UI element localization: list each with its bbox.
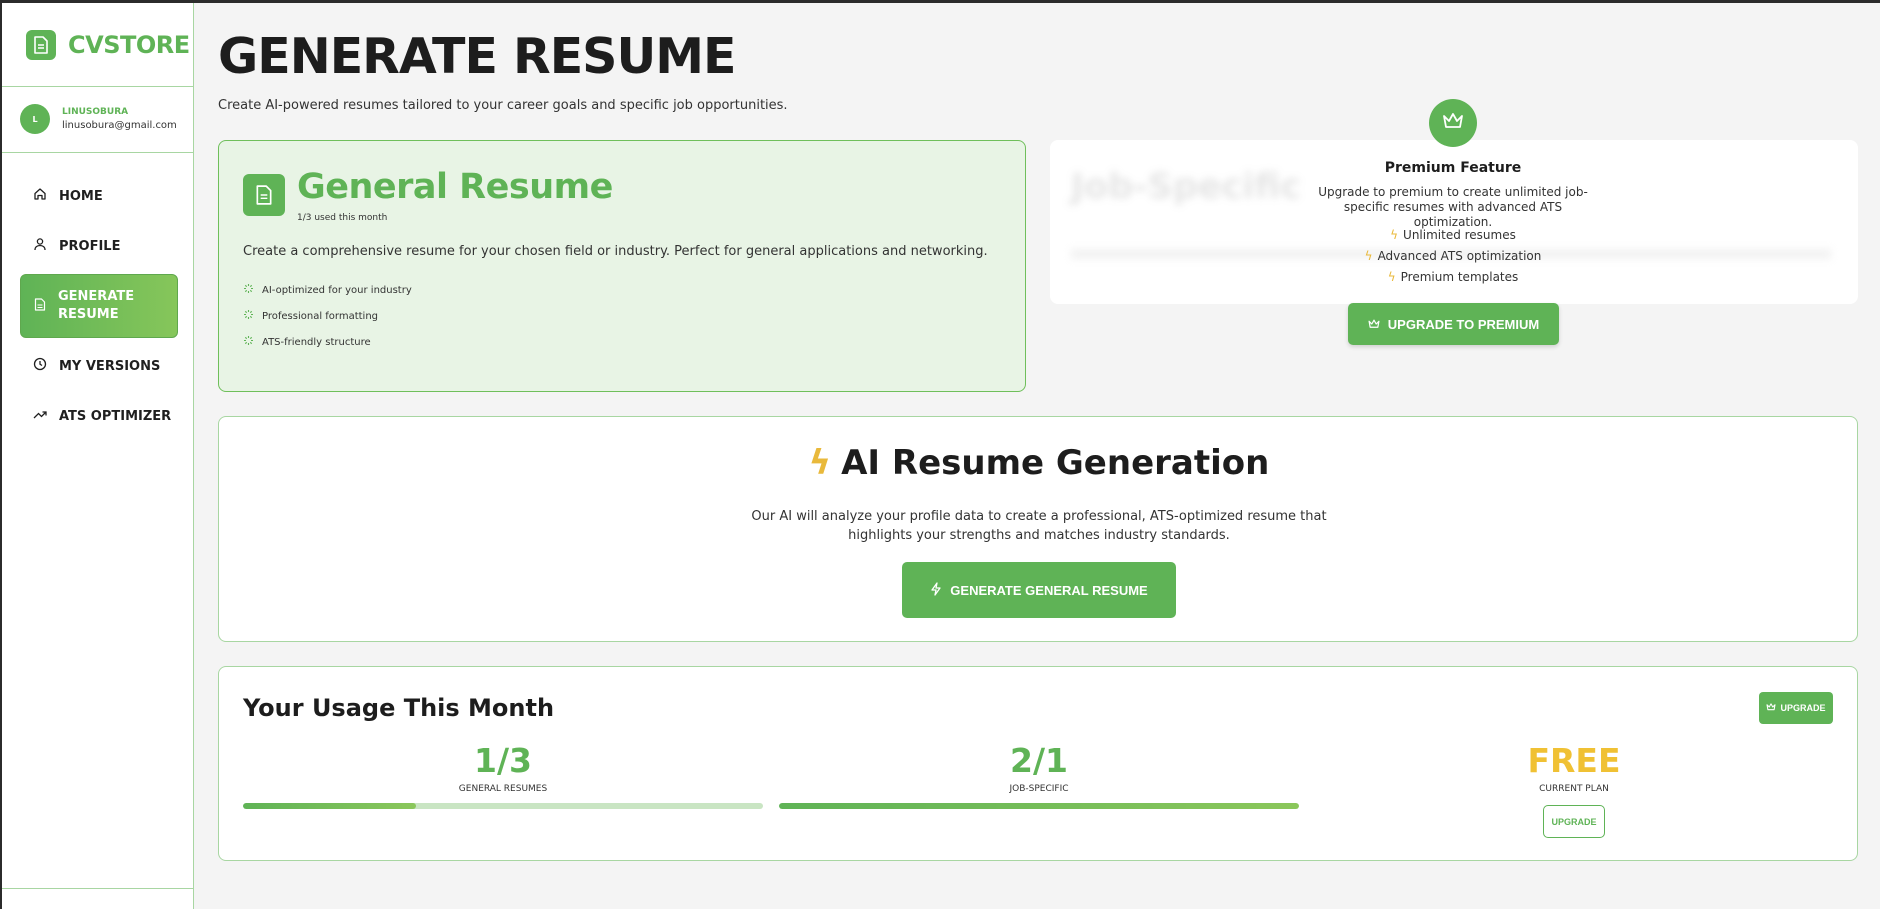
user-email: linusobura@gmail.com xyxy=(62,120,177,131)
document-icon xyxy=(243,174,285,216)
progress-bar-general xyxy=(243,803,763,809)
feature-item: AI-optimized for your industry xyxy=(243,277,412,303)
card-description: Create a comprehensive resume for your c… xyxy=(243,244,988,259)
stat-value: FREE xyxy=(1527,741,1621,780)
window-top-border xyxy=(0,0,1880,3)
premium-feature-list: ϟ Unlimited resumes ϟ Advanced ATS optimiz… xyxy=(1303,225,1603,288)
usage-card: Your Usage This Month UPGRADE 1/3 GENERA… xyxy=(218,666,1858,861)
stat-label: GENERAL RESUMES xyxy=(458,784,548,794)
ai-generation-card: ϟ AI Resume Generation Our AI will analyz… xyxy=(218,416,1858,642)
crown-badge xyxy=(1429,99,1477,147)
feature-label: ATS-friendly structure xyxy=(262,336,371,348)
section-title: ϟ AI Resume Generation xyxy=(808,443,1270,483)
sparkle-icon xyxy=(243,335,254,349)
stat-label: CURRENT PLAN xyxy=(1539,784,1609,794)
crown-icon xyxy=(1442,112,1464,134)
document-icon xyxy=(34,297,46,315)
sparkle-icon xyxy=(243,283,254,297)
bolt-icon: ϟ xyxy=(808,443,832,483)
sidebar-item-label: MY VERSIONS xyxy=(59,358,161,374)
premium-title: Premium Feature xyxy=(1384,160,1522,176)
stat-value: 2/1 xyxy=(1010,741,1068,780)
stat-general-resumes: 1/3 GENERAL RESUMES xyxy=(243,741,763,794)
premium-description: Upgrade to premium to create unlimited j… xyxy=(1318,185,1588,229)
sidebar-item-label: GENERATE RESUME xyxy=(58,289,135,322)
user-name: LINUSOBURA xyxy=(62,107,129,117)
page-subtitle: Create AI-powered resumes tailored to yo… xyxy=(218,98,788,113)
avatar: L xyxy=(20,104,50,134)
premium-feature-item: ϟ Premium templates xyxy=(1387,270,1519,284)
sidebar-item-generate-resume[interactable]: GENERATE RESUME xyxy=(20,274,178,338)
brand[interactable]: CVSTORE xyxy=(26,30,190,60)
sidebar-item-label: HOME xyxy=(59,188,103,204)
button-label: GENERATE GENERAL RESUME xyxy=(950,582,1148,598)
trending-up-icon xyxy=(33,407,47,425)
sidebar: CVSTORE L LINUSOBURA linusobura@gmail.co… xyxy=(2,3,194,909)
sidebar-item-profile[interactable]: PROFILE xyxy=(20,221,178,271)
feature-label: AI-optimized for your industry xyxy=(262,284,412,296)
divider xyxy=(2,152,194,153)
feature-item: Professional formatting xyxy=(243,303,412,329)
divider xyxy=(2,888,194,889)
upgrade-button[interactable]: UPGRADE xyxy=(1759,692,1833,724)
button-label: UPGRADE TO PREMIUM xyxy=(1387,316,1540,332)
stat-job-specific: 2/1 JOB-SPECIFIC xyxy=(779,741,1299,794)
home-icon xyxy=(33,187,47,205)
progress-bar-job-specific xyxy=(779,803,1299,809)
clock-icon xyxy=(33,357,47,375)
user-icon xyxy=(33,237,47,255)
premium-feature-item: ϟ Advanced ATS optimization xyxy=(1364,249,1542,263)
button-label: UPGRADE xyxy=(1780,703,1826,713)
stat-current-plan: FREE CURRENT PLAN xyxy=(1314,741,1834,794)
sidebar-nav: HOME PROFILE GENERATE RESUME MY VERSIONS… xyxy=(20,171,178,441)
sidebar-item-my-versions[interactable]: MY VERSIONS xyxy=(20,341,178,391)
document-icon xyxy=(26,30,56,60)
sidebar-item-home[interactable]: HOME xyxy=(20,171,178,221)
feature-list: AI-optimized for your industry Professio… xyxy=(243,277,412,355)
bolt-icon: ϟ xyxy=(1390,228,1399,242)
bolt-icon: ϟ xyxy=(1387,270,1396,284)
feature-label: Professional formatting xyxy=(262,310,379,322)
usage-count: 1/3 used this month xyxy=(297,213,388,223)
crown-icon xyxy=(1766,703,1777,713)
upgrade-to-premium-button[interactable]: UPGRADE TO PREMIUM xyxy=(1348,303,1559,345)
stat-label: JOB-SPECIFIC xyxy=(1009,784,1069,794)
divider xyxy=(2,86,194,87)
bolt-icon xyxy=(930,581,942,599)
plan-upgrade-button[interactable]: UPGRADE xyxy=(1543,805,1605,838)
crown-icon xyxy=(1368,317,1380,332)
premium-feature-item: ϟ Unlimited resumes xyxy=(1390,228,1516,242)
brand-name: CVSTORE xyxy=(68,31,190,59)
blurred-card-title: Job-Specific xyxy=(1071,167,1302,207)
sidebar-item-label: ATS OPTIMIZER xyxy=(59,408,172,424)
feature-item: ATS-friendly structure xyxy=(243,329,412,355)
progress-fill xyxy=(243,803,417,809)
user-profile[interactable]: L LINUSOBURA linusobura@gmail.com xyxy=(20,104,177,134)
bolt-icon: ϟ xyxy=(1364,249,1373,263)
stat-value: 1/3 xyxy=(474,741,532,780)
card-title: General Resume xyxy=(297,167,613,207)
sidebar-item-label: PROFILE xyxy=(59,238,121,254)
generate-general-resume-button[interactable]: GENERATE GENERAL RESUME xyxy=(902,562,1176,618)
section-description: Our AI will analyze your profile data to… xyxy=(751,509,1327,543)
sidebar-item-ats-optimizer[interactable]: ATS OPTIMIZER xyxy=(20,391,178,441)
progress-fill xyxy=(779,803,1299,809)
usage-title: Your Usage This Month xyxy=(243,694,555,722)
sparkle-icon xyxy=(243,309,254,323)
general-resume-card[interactable]: General Resume 1/3 used this month Creat… xyxy=(218,140,1026,392)
page-title: GENERATE RESUME xyxy=(218,28,736,85)
